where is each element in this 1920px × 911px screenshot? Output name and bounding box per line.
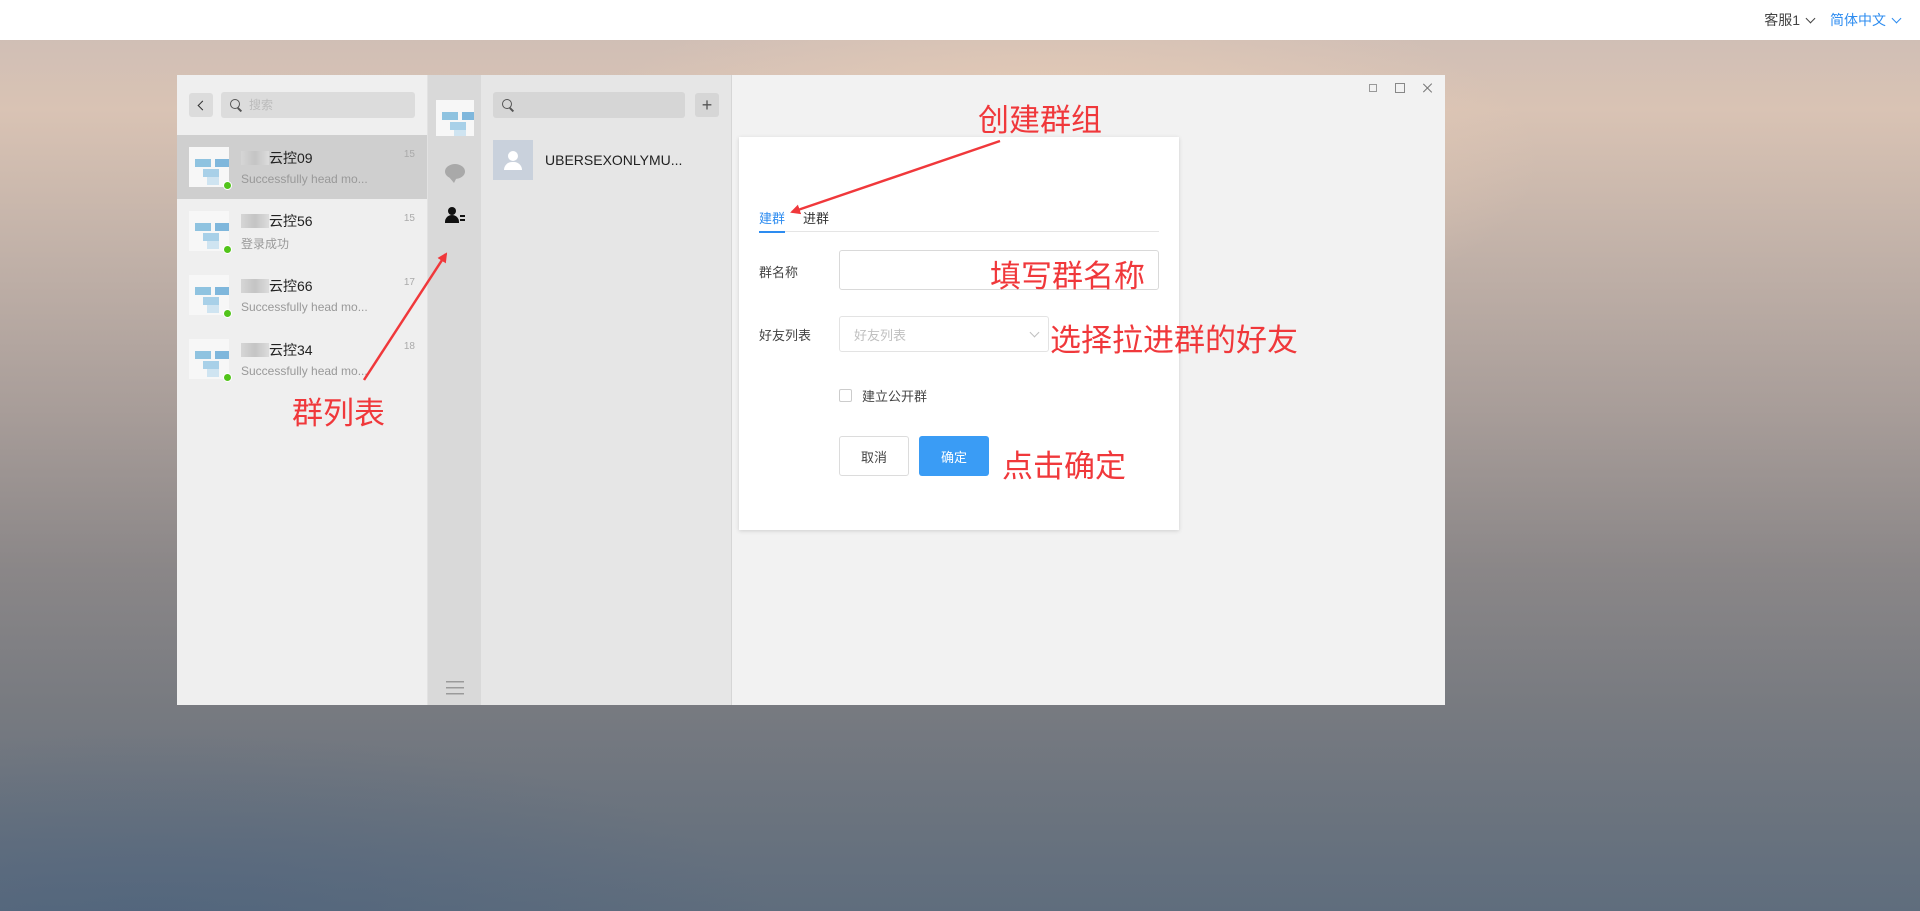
chat-name: 云控34	[269, 342, 313, 358]
group-search-row: +	[481, 75, 731, 135]
avatar	[189, 339, 232, 382]
group-search-box[interactable]	[493, 92, 685, 118]
avatar	[189, 275, 232, 318]
chevron-left-icon	[197, 100, 208, 110]
main-area: 建群 进群 群名称 好友列表 好友列表 建立公开群 取消 确定	[732, 75, 1445, 705]
nav-groups[interactable]	[444, 207, 465, 225]
online-status-dot	[223, 245, 232, 254]
chevron-down-icon	[1805, 13, 1816, 23]
chat-name: 云控66	[269, 278, 313, 294]
user-dropdown[interactable]: 客服1	[1764, 10, 1816, 30]
chat-item[interactable]: 云控56 登录成功 15	[177, 199, 427, 263]
group-search-input[interactable]	[521, 98, 671, 112]
public-group-checkbox[interactable]	[839, 389, 852, 402]
menu-icon[interactable]	[445, 681, 464, 695]
online-status-dot	[223, 309, 232, 318]
annotation-click-confirm: 点击确定	[1002, 449, 1126, 485]
tab-join-group[interactable]: 进群	[803, 200, 829, 232]
chat-time: 18	[403, 341, 415, 352]
chat-time: 15	[403, 213, 415, 224]
back-button[interactable]	[189, 93, 213, 117]
chat-preview: Successfully head mo...	[241, 300, 368, 314]
friends-list-label: 好友列表	[759, 328, 812, 343]
search-icon	[501, 98, 515, 112]
chat-item[interactable]: 云控09 Successfully head mo... 15	[177, 135, 427, 199]
tab-create-group[interactable]: 建群	[759, 200, 786, 233]
add-group-button[interactable]: +	[695, 93, 719, 117]
blurred-name-prefix	[241, 151, 269, 165]
annotation-fill-name: 填写群名称	[990, 259, 1145, 295]
chevron-down-icon	[1891, 13, 1902, 23]
pin-icon[interactable]	[1369, 84, 1377, 92]
annotation-create-group: 创建群组	[978, 103, 1102, 139]
online-status-dot	[223, 181, 232, 190]
annotation-group-list: 群列表	[292, 396, 385, 432]
chat-time: 15	[403, 149, 415, 160]
group-tabs: 建群 进群	[759, 200, 1159, 233]
chat-search-box[interactable]	[221, 92, 415, 118]
top-bar: 客服1 简体中文	[0, 0, 1920, 40]
my-avatar[interactable]	[435, 100, 474, 136]
search-icon	[229, 98, 243, 112]
cancel-button[interactable]: 取消	[839, 436, 909, 476]
default-avatar-icon	[493, 140, 533, 180]
blurred-name-prefix	[241, 213, 269, 228]
group-list-panel: + UBERSEXONLYMU...	[481, 75, 732, 705]
chevron-down-icon	[1029, 327, 1040, 338]
public-group-label: 建立公开群	[862, 389, 928, 404]
contact-name: UBERSEXONLYMU...	[545, 152, 683, 168]
chat-name: 云控09	[269, 150, 313, 166]
nav-strip	[428, 75, 481, 705]
chat-item[interactable]: 云控66 Successfully head mo... 17	[177, 263, 427, 327]
chat-preview: Successfully head mo...	[241, 364, 368, 378]
chat-search-row	[177, 75, 427, 135]
chat-item[interactable]: 云控34 Successfully head mo... 18	[177, 327, 427, 391]
blurred-name-prefix	[241, 279, 269, 293]
chat-bubble-icon	[444, 164, 465, 183]
language-label: 简体中文	[1830, 12, 1886, 28]
language-dropdown[interactable]: 简体中文	[1830, 10, 1902, 30]
confirm-button[interactable]: 确定	[919, 436, 989, 476]
window-controls	[1369, 83, 1433, 93]
close-icon[interactable]	[1423, 83, 1433, 93]
online-status-dot	[223, 373, 232, 382]
blurred-name-prefix	[241, 343, 269, 357]
friends-select-placeholder: 好友列表	[854, 327, 907, 343]
group-name-label: 群名称	[759, 265, 799, 280]
chat-preview: Successfully head mo...	[241, 172, 368, 186]
chat-time: 17	[403, 277, 415, 288]
avatar	[189, 211, 232, 254]
chat-preview: 登录成功	[241, 236, 290, 251]
avatar	[189, 147, 232, 190]
annotation-select-friends: 选择拉进群的好友	[1050, 323, 1298, 359]
public-group-option[interactable]: 建立公开群	[839, 386, 927, 405]
maximize-icon[interactable]	[1395, 83, 1405, 93]
chat-search-input[interactable]	[249, 98, 399, 112]
chat-name: 云控56	[269, 212, 313, 229]
contacts-icon	[444, 207, 465, 225]
list-item[interactable]: UBERSEXONLYMU...	[481, 135, 731, 185]
nav-chats[interactable]	[444, 164, 465, 183]
friends-select[interactable]: 好友列表	[839, 316, 1049, 352]
user-name: 客服1	[1764, 12, 1800, 28]
